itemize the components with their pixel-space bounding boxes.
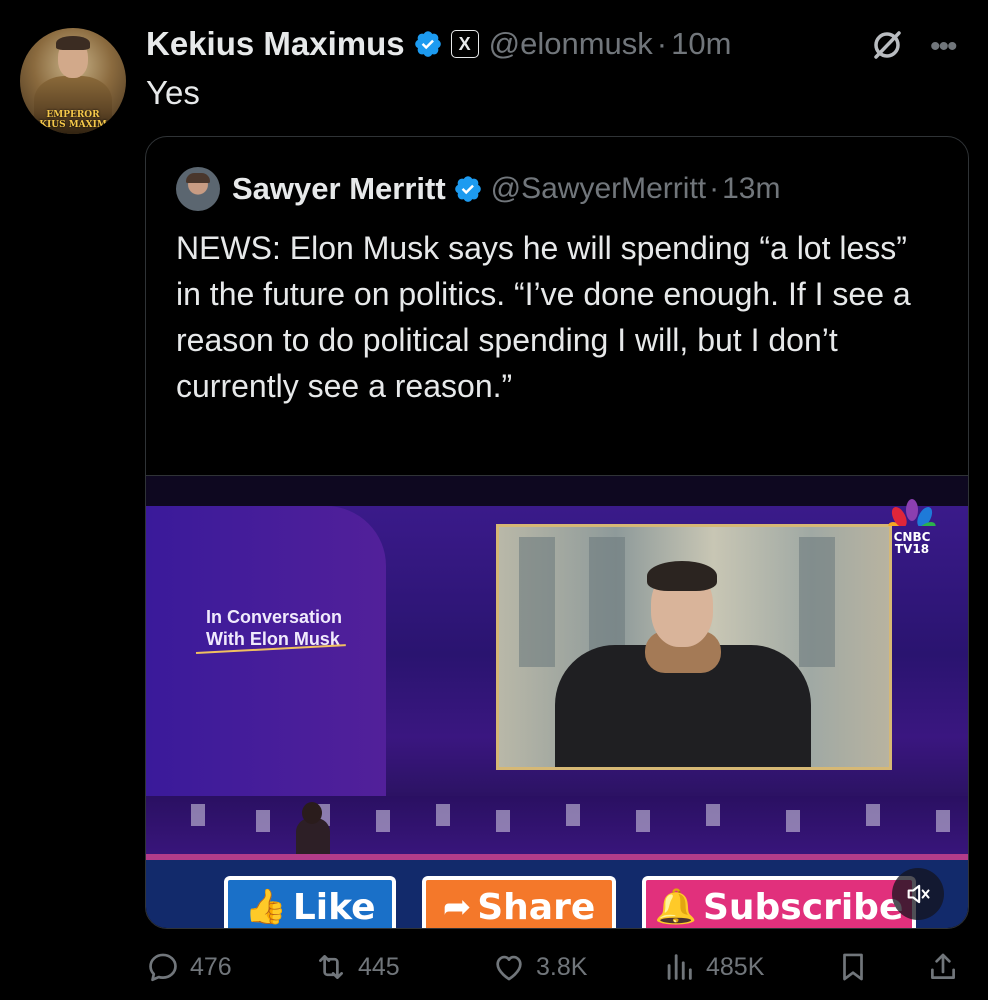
reply-count: 476	[190, 952, 232, 981]
heart-icon	[496, 955, 522, 981]
author-name[interactable]: Kekius Maximus	[146, 25, 405, 63]
reply-button[interactable]: 476	[146, 944, 232, 990]
share-button[interactable]	[926, 944, 970, 990]
avatar-caption: EMPEROR KIUS MAXIM	[39, 110, 107, 130]
seat-marker	[936, 810, 950, 832]
quoted-author-handle[interactable]: @SawyerMerritt	[491, 172, 706, 206]
repost-count: 445	[358, 952, 400, 981]
repost-button[interactable]: 445	[314, 944, 400, 990]
bell-icon: 🔔	[654, 887, 697, 927]
seat-marker	[496, 810, 510, 832]
share-upload-icon	[931, 953, 955, 979]
like-count: 3.8K	[536, 952, 588, 981]
author-handle[interactable]: @elonmusk	[489, 26, 653, 62]
bookmark-button[interactable]	[836, 944, 880, 990]
speaker-muted-icon	[907, 884, 930, 904]
video-speaker-screen	[496, 524, 892, 770]
mute-toggle[interactable]	[892, 868, 944, 920]
video-stage-panel	[146, 506, 386, 836]
bookmark-icon	[843, 953, 863, 981]
seat-marker	[191, 804, 205, 826]
views-chart-icon	[667, 954, 692, 980]
tweet-text: Yes	[146, 74, 200, 111]
host-figure	[296, 818, 330, 858]
overlay-like-button: 👍 Like	[224, 876, 396, 928]
quoted-author-avatar[interactable]	[176, 167, 220, 211]
avatar-hair	[56, 36, 90, 50]
quoted-tweet-text: NEWS: Elon Musk says he will spending “a…	[176, 230, 911, 404]
views-count: 485K	[706, 952, 765, 981]
quoted-author-name[interactable]: Sawyer Merritt	[232, 171, 446, 207]
video-player[interactable]: In Conversation With Elon Musk CNBC TV18	[146, 475, 968, 928]
seat-marker	[436, 804, 450, 826]
x-affiliate-badge-icon: X	[450, 30, 479, 58]
tweet-header: Kekius Maximus X @elonmusk · 10m	[146, 24, 731, 64]
seat-marker	[256, 810, 270, 832]
tweet-action-bar: 476 445 3.8K 485K	[146, 944, 976, 990]
quoted-tweet-header: Sawyer Merritt @SawyerMerritt · 13m	[176, 167, 780, 211]
separator-dot: ·	[656, 26, 668, 61]
peacock-icon	[888, 499, 936, 539]
overlay-subscribe-button: 🔔 Subscribe	[642, 876, 916, 928]
speaker-hair	[647, 561, 717, 591]
grok-icon[interactable]	[868, 26, 906, 64]
seat-marker	[866, 804, 880, 826]
seat-marker	[376, 810, 390, 832]
cnbc-logo: CNBC TV18	[882, 496, 942, 555]
share-arrow-icon: ➦	[442, 887, 472, 927]
verified-badge-icon	[454, 176, 481, 202]
more-options-icon[interactable]: •••	[930, 30, 957, 64]
quoted-tweet[interactable]: Sawyer Merritt @SawyerMerritt · 13m NEWS…	[145, 136, 969, 929]
screen-window	[519, 537, 555, 667]
verified-badge-icon	[414, 31, 441, 57]
overlay-share-button: ➦ Share	[422, 876, 616, 928]
reply-icon	[149, 953, 177, 982]
seat-marker	[566, 804, 580, 826]
host-head	[302, 802, 322, 824]
like-button[interactable]: 3.8K	[492, 944, 587, 990]
thumbs-up-icon: 👍	[244, 887, 287, 927]
tweet-time[interactable]: 10m	[671, 26, 731, 62]
seat-marker	[636, 810, 650, 832]
seat-marker	[786, 810, 800, 832]
repost-icon	[319, 955, 343, 979]
views-button[interactable]: 485K	[662, 944, 764, 990]
separator-dot: ·	[709, 172, 720, 205]
author-avatar[interactable]: EMPEROR KIUS MAXIM	[20, 28, 126, 134]
quoted-tweet-time[interactable]: 13m	[722, 172, 780, 206]
video-stage-title: In Conversation With Elon Musk	[206, 607, 343, 649]
screen-window	[799, 537, 835, 667]
seat-marker	[706, 804, 720, 826]
